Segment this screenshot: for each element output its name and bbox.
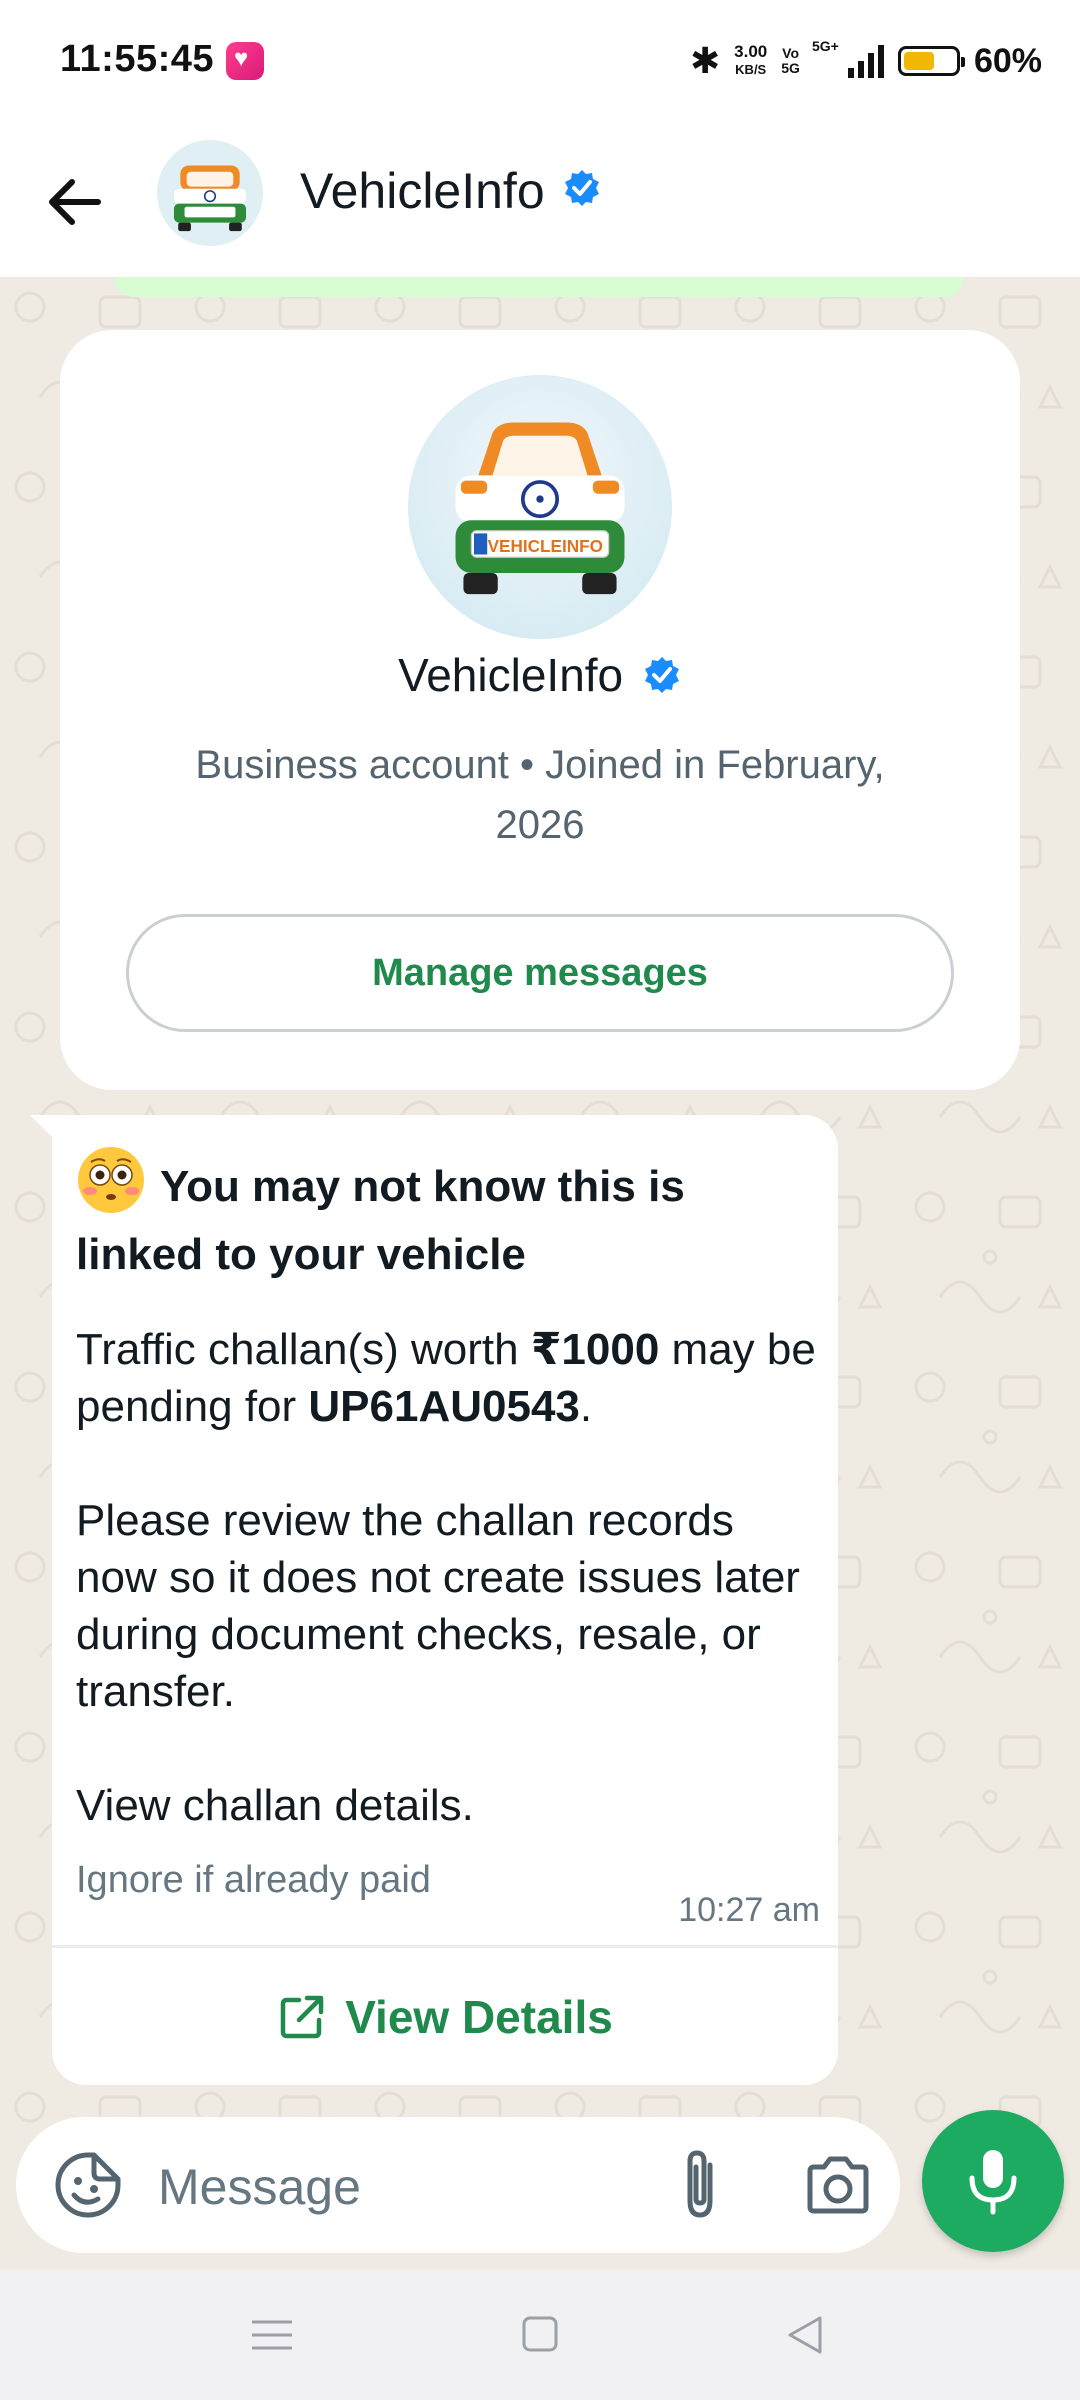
contact-avatar[interactable]: [157, 140, 263, 246]
message-composer: [16, 2117, 900, 2253]
challan-text-suffix: .: [579, 1382, 593, 1431]
network-speed-unit: KB/S: [735, 62, 767, 77]
logo-plate-text: VEHICLEINFO: [488, 536, 603, 556]
network-type-label: 5G+: [811, 38, 839, 54]
profile-avatar[interactable]: VEHICLEINFO: [408, 375, 672, 639]
arrow-left-icon: [49, 179, 101, 225]
status-indicators: ✱ 3.00 KB/S Vo 5G 5G+ 60%: [690, 36, 1042, 86]
triangle-back-icon: [788, 2316, 822, 2354]
message-paragraph-3: View challan details.: [76, 1781, 474, 1830]
vehicleinfo-logo-icon: VEHICLEINFO: [455, 422, 625, 595]
challan-amount: ₹1000: [530, 1325, 660, 1374]
sticker-icon: [55, 2152, 121, 2218]
message-input[interactable]: [156, 2151, 640, 2223]
volte-top: Vo: [782, 45, 800, 61]
signal-strength-icon: 5G+: [812, 38, 884, 78]
back-nav-button[interactable]: [776, 2310, 836, 2360]
network-speed: 3.00 KB/S: [734, 43, 767, 79]
open-external-icon: [280, 1995, 324, 2038]
status-time: 11:55:45: [60, 38, 215, 80]
flushed-face-emoji: [78, 1147, 144, 1213]
message-timestamp: 10:27 am: [678, 1891, 820, 1929]
battery-icon: [897, 46, 965, 76]
battery-fill: [903, 52, 934, 70]
verified-badge-icon: [644, 657, 679, 693]
encryption-notice-strip[interactable]: [115, 277, 963, 297]
vehicle-number: UP61AU0543: [308, 1382, 580, 1431]
business-profile-card: VEHICLEINFO VehicleInfo Business account…: [60, 330, 1020, 1090]
message-paragraph-1: Traffic challan(s) worth ₹1000 may be pe…: [76, 1321, 816, 1435]
system-navigation-bar: [0, 2270, 1080, 2400]
voice-message-button[interactable]: [922, 2110, 1064, 2252]
vehicleinfo-logo-icon: [173, 165, 247, 232]
incoming-message[interactable]: You may not know this is linked to your …: [52, 1115, 838, 2085]
network-speed-value: 3.00: [734, 42, 768, 61]
camera-icon: [807, 2156, 869, 2214]
message-heading-row: You may not know this is linked to your …: [76, 1145, 816, 1289]
volte-indicator: Vo 5G: [781, 46, 800, 76]
profile-name: VehicleInfo: [398, 649, 624, 701]
message-body: Traffic challan(s) worth ₹1000 may be pe…: [76, 1321, 816, 1834]
view-details-label: View Details: [345, 1990, 613, 2043]
message-heading: You may not know this is linked to your …: [76, 1162, 685, 1279]
mic-icon: [969, 2150, 1017, 2215]
view-details-button[interactable]: View Details: [52, 1948, 838, 2085]
back-button[interactable]: [40, 167, 110, 237]
profile-name-row: VehicleInfo: [60, 648, 1020, 702]
verified-badge-icon: [565, 170, 599, 206]
manage-messages-button[interactable]: Manage messages: [126, 914, 954, 1032]
profile-subtitle: Business account • Joined in February, 2…: [195, 743, 885, 847]
status-bar: 11:55:45 ✱ 3.00 KB/S Vo 5G 5G+ 60%: [0, 0, 1080, 125]
menu-lines-icon: [252, 2320, 292, 2350]
sticker-button[interactable]: [52, 2149, 124, 2221]
battery-percent: 60%: [973, 41, 1042, 80]
chat-title[interactable]: VehicleInfo: [300, 162, 545, 220]
message-footer: Ignore if already paid: [76, 1859, 431, 1901]
header-verified-badge: [562, 168, 602, 213]
notification-app-icon: [226, 42, 264, 80]
volte-bottom: 5G: [781, 60, 800, 76]
challan-text-prefix: Traffic challan(s) worth: [76, 1325, 531, 1374]
recents-button[interactable]: [242, 2310, 302, 2360]
bluetooth-icon: ✱: [689, 40, 721, 81]
home-button[interactable]: [510, 2310, 570, 2360]
paperclip-icon: [687, 2150, 713, 2218]
attach-button[interactable]: [666, 2145, 736, 2225]
camera-button[interactable]: [802, 2149, 874, 2221]
message-paragraph-2: Please review the challan records now so…: [76, 1496, 800, 1716]
home-square-icon: [522, 2316, 558, 2352]
